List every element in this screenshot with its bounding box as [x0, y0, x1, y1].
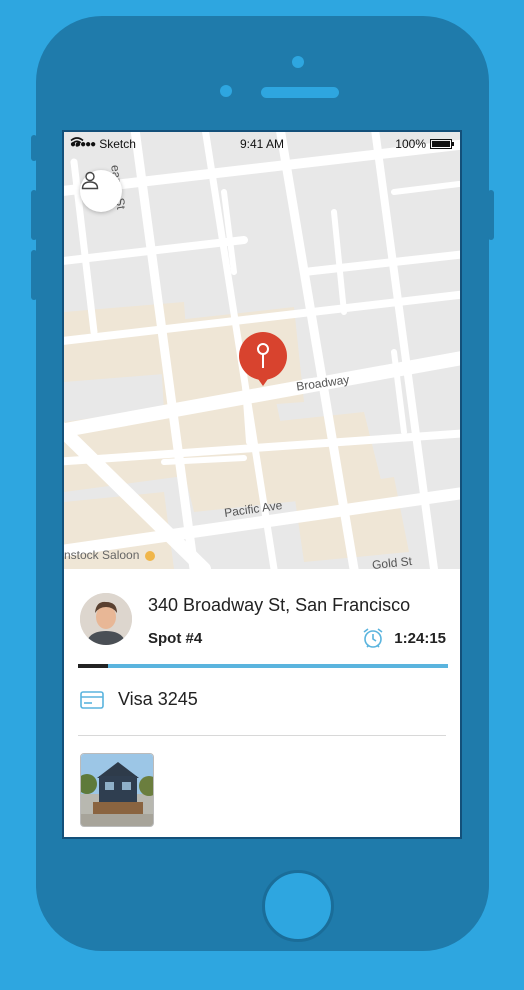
avatar-photo [80, 593, 132, 645]
front-camera [292, 56, 304, 68]
earpiece-speaker [261, 87, 339, 98]
status-bar: ●●●●● Sketch 9:41 AM 100% [64, 132, 460, 154]
parking-spot-photo[interactable] [80, 753, 154, 827]
battery-percentage: 100% [395, 137, 426, 151]
volume-up-button [31, 190, 37, 240]
map-view[interactable]: ●●●●● Sketch 9:41 AM 100% earny St Broad… [64, 132, 460, 569]
booking-panel: 340 Broadway St, San Francisco Spot #4 1… [64, 569, 460, 837]
person-icon [81, 171, 99, 190]
poi-label-saloon: nstock Saloon [64, 548, 155, 562]
time-progress-fill [78, 664, 108, 668]
time-remaining: 1:24:15 [362, 627, 446, 649]
avatar [80, 593, 132, 645]
volume-down-button [31, 250, 37, 300]
battery-icon [430, 139, 454, 149]
alarm-clock-icon [363, 628, 383, 648]
payment-label: Visa 3245 [118, 689, 198, 709]
spot-number: Spot #4 [148, 630, 203, 647]
divider [78, 735, 446, 736]
house-photo [81, 754, 153, 826]
power-button [488, 190, 494, 240]
mute-switch [31, 135, 37, 161]
location-pin[interactable] [238, 332, 288, 390]
home-button[interactable] [262, 870, 334, 942]
proximity-sensor [220, 85, 232, 97]
parking-address: 340 Broadway St, San Francisco [148, 595, 411, 615]
location-pin-icon [239, 332, 287, 386]
phone-screen: ●●●●● Sketch 9:41 AM 100% earny St Broad… [62, 130, 462, 839]
payment-method[interactable]: Visa 3245 [80, 689, 198, 710]
profile-button[interactable] [80, 170, 122, 212]
time-progress-bar [78, 664, 448, 668]
time-remaining-value: 1:24:15 [394, 629, 446, 647]
poi-label-text: nstock Saloon [64, 548, 140, 562]
credit-card-icon [80, 690, 104, 709]
poi-glass-icon [144, 550, 155, 561]
